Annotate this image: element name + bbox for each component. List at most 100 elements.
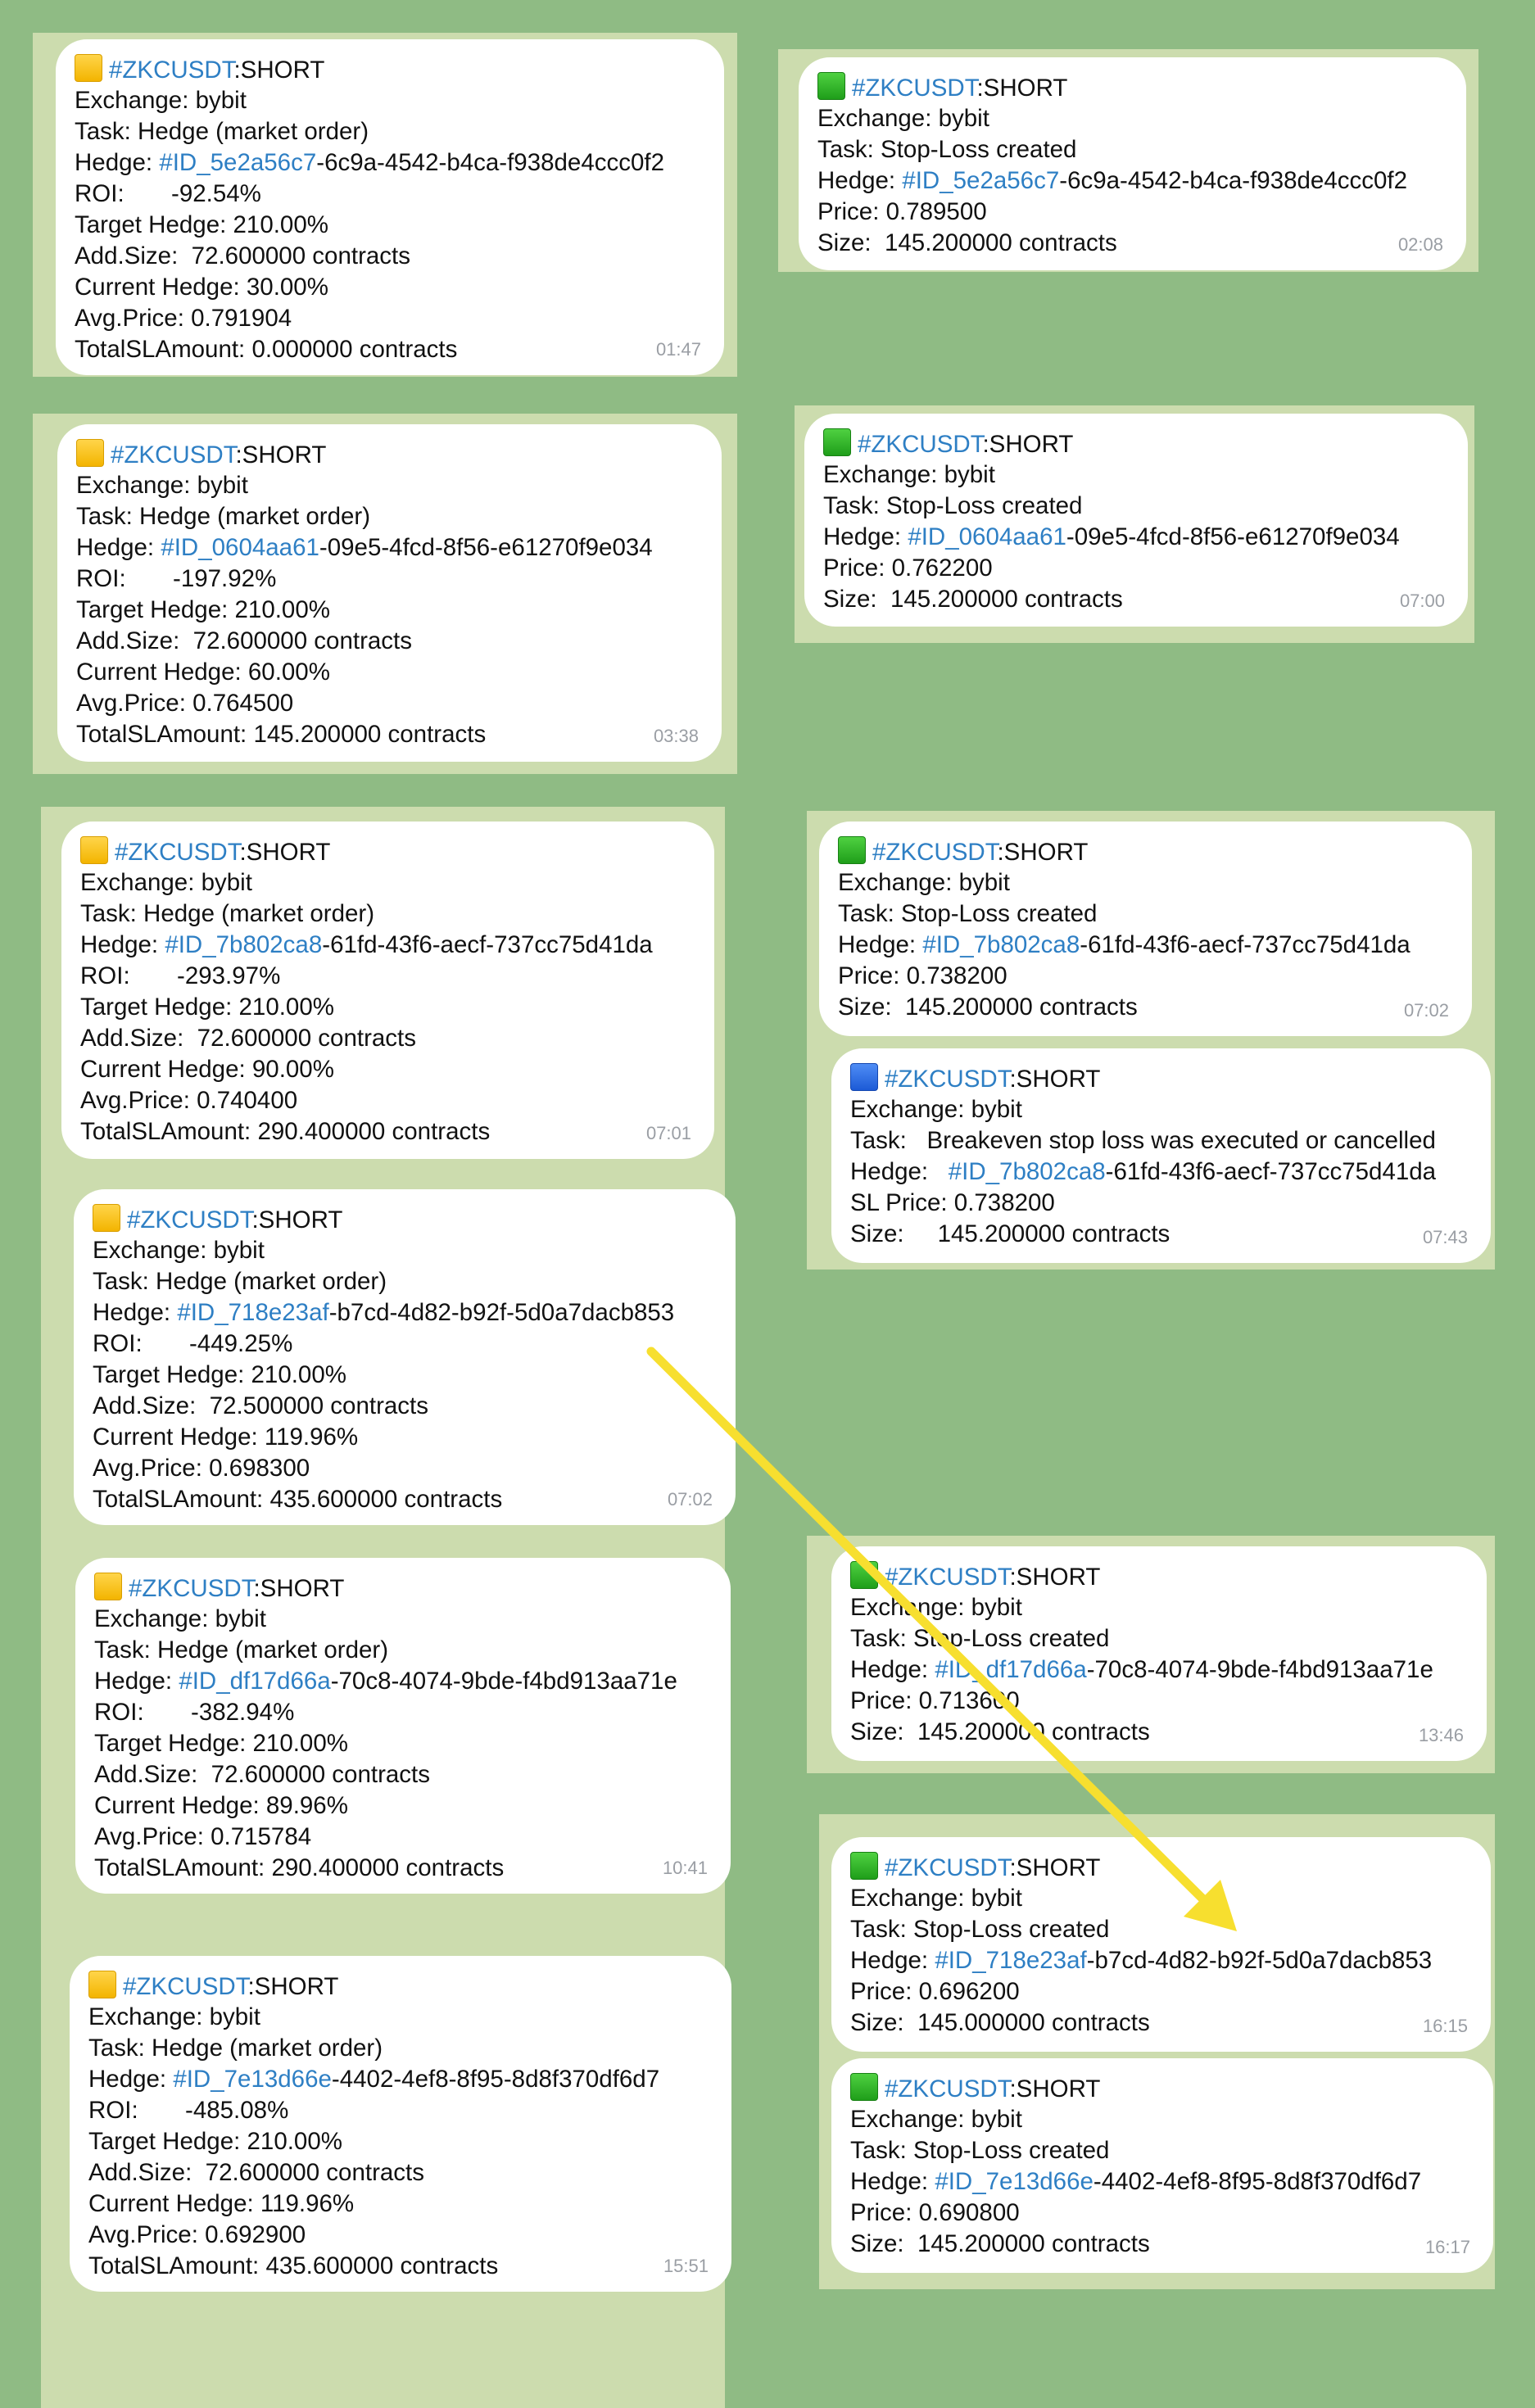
hedge-id-rest: -b7cd-4d82-b92f-5d0a7dacb853 [328,1299,675,1326]
hashtag-link[interactable]: #ZKCUSDT [111,441,235,468]
message-line: Task: Stop-Loss created [838,900,1098,927]
message-line: Target Hedge: 210.00% [94,1730,348,1757]
message-bubble: #ZKCUSDT:SHORT Exchange: bybit Task: Stop-… [831,1837,1491,2052]
hedge-id-link[interactable]: #ID_7b802ca8 [922,931,1080,958]
position-side: :SHORT [982,431,1074,458]
message-line: ROI: -197.92% [76,565,277,592]
message-header: #ZKCUSDT:SHORT [75,54,704,85]
message-line: Price: 0.789500 [817,198,987,225]
message-line: Size: 145.200000 contracts [838,994,1138,1021]
hashtag-link[interactable]: #ZKCUSDT [885,1564,1009,1591]
hashtag-link[interactable]: #ZKCUSDT [885,2075,1009,2102]
hashtag-link[interactable]: #ZKCUSDT [109,57,233,84]
message-line: Exchange: bybit [823,461,995,488]
hedge-label: Hedge: [76,534,161,561]
message-header: #ZKCUSDT:SHORT [850,2073,1474,2104]
message-timestamp: 07:43 [1422,1227,1468,1247]
position-side: :SHORT [1009,1564,1101,1591]
hashtag-link[interactable]: #ZKCUSDT [885,1066,1009,1093]
hedge-id-rest: -4402-4ef8-8f95-8d8f370df6d7 [331,2066,660,2093]
message-line: Target Hedge: 210.00% [76,596,330,623]
message-line: Add.Size: 72.600000 contracts [88,2159,424,2186]
message-header: #ZKCUSDT:SHORT [93,1204,716,1235]
hedge-id-link[interactable]: #ID_df17d66a [935,1656,1086,1683]
hedge-id-link[interactable]: #ID_0604aa61 [908,523,1066,550]
message-line: Add.Size: 72.600000 contracts [76,627,412,654]
message-line: TotalSLAmount: 290.400000 contracts [80,1118,491,1145]
message-timestamp: 16:15 [1422,2016,1468,2036]
hedge-id-link[interactable]: #ID_7e13d66e [935,2168,1094,2195]
message-header: #ZKCUSDT:SHORT [94,1573,711,1604]
message-timestamp: 15:51 [663,2256,709,2276]
hedge-id-link[interactable]: #ID_df17d66a [179,1668,330,1695]
message-line: Current Hedge: 60.00% [76,659,330,686]
position-side: :SHORT [235,441,327,468]
message-header: #ZKCUSDT:SHORT [80,836,695,867]
message-line: Avg.Price: 0.698300 [93,1455,310,1482]
message-line: Exchange: bybit [94,1605,266,1632]
position-side: :SHORT [976,75,1068,102]
message-line: Size: 145.200000 contracts [850,2230,1150,2257]
message-line: Current Hedge: 119.96% [93,1424,359,1451]
message-bubble: #ZKCUSDT:SHORT Exchange: bybit Task: Hedge… [70,1956,731,2292]
hedge-id-link[interactable]: #ID_718e23af [935,1947,1086,1974]
message-line: Avg.Price: 0.740400 [80,1087,298,1114]
hashtag-link[interactable]: #ZKCUSDT [123,1973,247,2000]
position-side: :SHORT [997,839,1089,866]
message-bubble: #ZKCUSDT:SHORT Exchange: bybit Task: Hedge… [74,1189,736,1525]
message-line: Current Hedge: 119.96% [88,2190,355,2217]
hashtag-link[interactable]: #ZKCUSDT [858,431,982,458]
message-line: Size: 145.200000 contracts [850,1220,1170,1247]
message-line: Price: 0.690800 [850,2199,1020,2226]
yellow-square-icon [94,1573,122,1600]
hashtag-link[interactable]: #ZKCUSDT [872,839,997,866]
yellow-square-icon [88,1971,116,1998]
hashtag-link[interactable]: #ZKCUSDT [115,839,239,866]
green-square-icon [838,836,866,864]
message-header: #ZKCUSDT:SHORT [88,1971,712,2002]
hedge-id-link[interactable]: #ID_0604aa61 [161,534,319,561]
hedge-id-rest: -b7cd-4d82-b92f-5d0a7dacb853 [1086,1947,1433,1974]
hedge-id-rest: -70c8-4074-9bde-f4bd913aa71e [330,1668,677,1695]
hashtag-link[interactable]: #ZKCUSDT [852,75,976,102]
hedge-label: Hedge: [850,1158,949,1185]
hedge-id-rest: -70c8-4074-9bde-f4bd913aa71e [1086,1656,1433,1683]
hedge-id-rest: -61fd-43f6-aecf-737cc75d41da [1080,931,1410,958]
message-line: Exchange: bybit [838,869,1010,896]
hedge-id-link[interactable]: #ID_5e2a56c7 [902,167,1059,194]
hedge-label: Hedge: [93,1299,178,1326]
message-line: Current Hedge: 30.00% [75,274,328,301]
green-square-icon [850,1852,878,1880]
message-header: #ZKCUSDT:SHORT [850,1561,1467,1592]
hedge-label: Hedge: [823,523,908,550]
hedge-id-rest: -61fd-43f6-aecf-737cc75d41da [322,931,653,958]
hedge-id-link[interactable]: #ID_7b802ca8 [165,931,322,958]
message-header: #ZKCUSDT:SHORT [850,1063,1471,1094]
message-line: Task: Hedge (market order) [76,503,371,530]
hedge-id-link[interactable]: #ID_718e23af [177,1299,328,1326]
hedge-id-link[interactable]: #ID_7b802ca8 [949,1158,1106,1185]
message-bubble: #ZKCUSDT:SHORT Exchange: bybit Task: Stop-… [819,822,1472,1036]
hashtag-link[interactable]: #ZKCUSDT [885,1854,1009,1881]
green-square-icon [850,2073,878,2101]
hedge-line: Hedge: #ID_df17d66a-70c8-4074-9bde-f4bd9… [850,1654,1467,1686]
message-line: TotalSLAmount: 0.000000 contracts [75,336,458,363]
message-line: Exchange: bybit [80,869,252,896]
message-header: #ZKCUSDT:SHORT [817,72,1447,103]
position-side: :SHORT [233,57,325,84]
message-line: Add.Size: 72.600000 contracts [80,1025,416,1052]
hashtag-link[interactable]: #ZKCUSDT [127,1206,251,1233]
message-timestamp: 10:41 [662,1858,708,1878]
hedge-label: Hedge: [88,2066,174,2093]
hedge-id-link[interactable]: #ID_7e13d66e [173,2066,332,2093]
message-line: Size: 145.200000 contracts [823,586,1123,613]
message-line: Target Hedge: 210.00% [88,2128,342,2155]
hashtag-link[interactable]: #ZKCUSDT [129,1575,253,1602]
hedge-label: Hedge: [838,931,923,958]
message-timestamp: 01:47 [655,339,701,360]
hedge-id-link[interactable]: #ID_5e2a56c7 [159,149,316,176]
green-square-icon [817,72,845,100]
message-line: Add.Size: 72.600000 contracts [94,1761,430,1788]
hedge-label: Hedge: [850,2168,935,2195]
position-side: :SHORT [253,1575,345,1602]
